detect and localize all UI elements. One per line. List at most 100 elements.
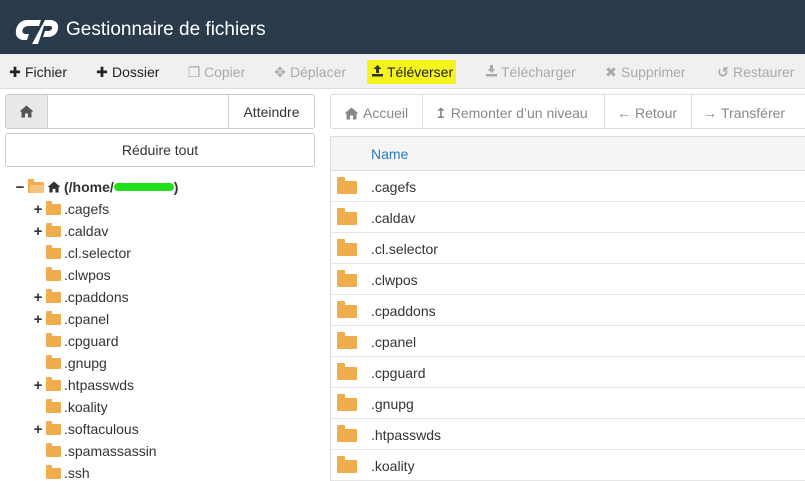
folder-icon [46, 288, 61, 303]
folder-icon [337, 332, 357, 349]
forward-button[interactable]: → Transférer [703, 104, 785, 122]
tree-item[interactable]: .gnupg [32, 352, 107, 374]
folder-icon [46, 266, 61, 281]
tree-item-label: .cl.selector [64, 245, 131, 261]
tree-item[interactable]: .koality [32, 396, 108, 418]
table-row[interactable]: .cpanel [331, 326, 805, 357]
collapse-all-button[interactable]: Réduire tout [5, 133, 315, 167]
tree-item[interactable]: .ssh [32, 462, 90, 481]
file-name: .cpanel [371, 334, 417, 350]
file-name: .cpguard [371, 365, 426, 381]
delete-button[interactable]: ✖ Supprimer [604, 60, 685, 84]
table-row[interactable]: .caldav [331, 202, 805, 233]
table-row[interactable]: .clwpos [331, 264, 805, 295]
folder-icon [337, 301, 357, 318]
folder-icon [337, 425, 357, 442]
close-icon: ✖ [605, 63, 617, 80]
upload-icon [370, 64, 384, 80]
redacted-username [113, 183, 174, 191]
tree-item[interactable]: + .cagefs [32, 198, 109, 220]
expand-toggle-icon[interactable]: + [32, 311, 44, 328]
folder-icon [46, 376, 61, 391]
tree-item[interactable]: + .htpasswds [32, 374, 134, 396]
folder-icon [46, 354, 61, 369]
folder-icon [46, 420, 61, 435]
table-row[interactable]: .cpguard [331, 357, 805, 388]
home-button[interactable] [5, 94, 47, 129]
move-button[interactable]: ✥ Déplacer [273, 60, 346, 84]
home-icon [19, 105, 34, 118]
restore-button[interactable]: ↺ Restaurer [716, 60, 794, 84]
folder-icon [46, 332, 61, 347]
tree-root[interactable]: − (/home/ ) [14, 176, 178, 198]
table-row[interactable]: .cl.selector [331, 233, 805, 264]
upload-button[interactable]: Téléverser [367, 60, 457, 84]
collapse-toggle-icon[interactable]: − [14, 179, 26, 196]
table-row[interactable]: .htpasswds [331, 419, 805, 450]
folder-icon [46, 442, 61, 457]
arrow-left-icon: ← [617, 105, 631, 121]
tree-item-label: .caldav [64, 223, 109, 239]
tree-item[interactable]: + .softaculous [32, 418, 139, 440]
file-name: .clwpos [371, 272, 418, 288]
expand-toggle-icon[interactable]: + [32, 289, 44, 306]
back-button[interactable]: ← Retour [617, 104, 677, 122]
tree-item[interactable]: .cl.selector [32, 242, 131, 264]
folder-icon [337, 239, 357, 256]
folder-icon [46, 398, 61, 413]
table-row[interactable]: .koality [331, 450, 805, 481]
plus-icon: ✚ [96, 63, 108, 80]
nav-divider [691, 95, 692, 128]
file-name: .cl.selector [371, 241, 438, 257]
folder-icon [46, 464, 61, 479]
file-name: .htpasswds [371, 427, 442, 443]
folder-icon [337, 177, 357, 194]
tree-item[interactable]: .clwpos [32, 264, 111, 286]
new-folder-button[interactable]: ✚ Dossier [95, 60, 159, 84]
tree-item[interactable]: .cpguard [32, 330, 118, 352]
folder-open-icon [28, 178, 44, 193]
table-row[interactable]: .cagefs [331, 171, 805, 202]
name-column-header[interactable]: Name [371, 146, 408, 162]
path-input[interactable] [47, 94, 229, 129]
folder-icon [337, 208, 357, 225]
tree-item[interactable]: + .cpanel [32, 308, 109, 330]
tree-item-label: .cpguard [64, 333, 119, 349]
file-name: .cpaddons [371, 303, 436, 319]
level-up-icon: ↥ [435, 104, 447, 121]
new-file-button[interactable]: ✚ Fichier [8, 60, 67, 84]
table-row[interactable]: .gnupg [331, 388, 805, 419]
tree-item[interactable]: + .caldav [32, 220, 108, 242]
download-icon [484, 64, 498, 80]
nav-divider [604, 95, 605, 128]
tree-item-label: .koality [64, 399, 108, 415]
tree-item[interactable]: + .cpaddons [32, 286, 129, 308]
file-name: .gnupg [371, 396, 414, 412]
folder-icon [337, 270, 357, 287]
arrow-right-icon: → [703, 105, 717, 121]
home-nav-button[interactable]: Accueil [344, 104, 408, 122]
download-button[interactable]: Télécharger [484, 60, 576, 84]
tree-item[interactable]: .spamassassin [32, 440, 157, 462]
file-name: .koality [371, 458, 415, 474]
table-header: Name [331, 137, 805, 171]
file-name: .cagefs [371, 179, 417, 195]
copy-button[interactable]: ❐ Copier [187, 60, 246, 84]
up-one-level-button[interactable]: ↥ Remonter d’un niveau [435, 104, 588, 122]
cpanel-logo-icon [15, 20, 59, 44]
tree-item-label: .cpaddons [64, 289, 129, 305]
tree-item-label: .cpanel [64, 311, 110, 327]
folder-icon [46, 244, 61, 259]
home-icon [47, 181, 61, 193]
tree-item-label: .clwpos [64, 267, 111, 283]
expand-toggle-icon[interactable]: + [32, 223, 44, 240]
expand-toggle-icon[interactable]: + [32, 201, 44, 218]
go-button[interactable]: Atteindre [229, 94, 315, 129]
folder-icon [46, 222, 61, 237]
plus-icon: ✚ [9, 63, 21, 80]
table-row[interactable]: .cpaddons [331, 295, 805, 326]
expand-toggle-icon[interactable]: + [32, 377, 44, 394]
tree-item-label: .htpasswds [64, 377, 135, 393]
app-header: Gestionnaire de fichiers [0, 0, 805, 54]
expand-toggle-icon[interactable]: + [32, 421, 44, 438]
